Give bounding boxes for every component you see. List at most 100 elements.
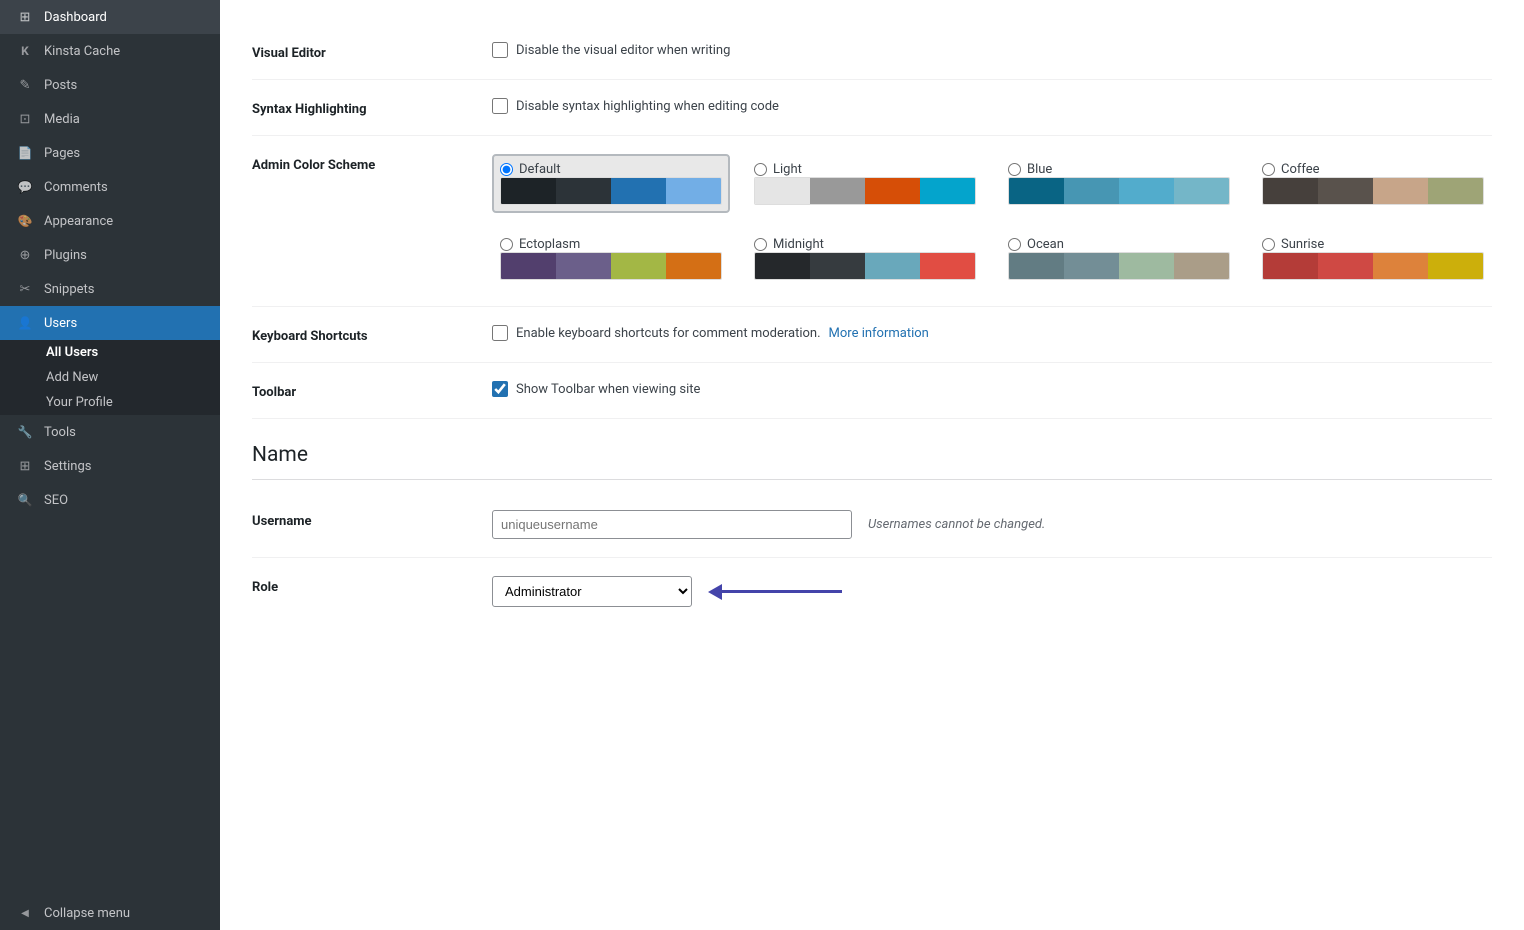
sidebar-item-collapse[interactable]: Collapse menu: [0, 896, 220, 930]
sidebar-item-appearance[interactable]: Appearance: [0, 204, 220, 238]
color-scheme-radio-ectoplasm[interactable]: [500, 238, 513, 251]
swatch-block: [1318, 178, 1373, 204]
sidebar-item-posts[interactable]: Posts: [0, 68, 220, 102]
role-arrow-indicator: [708, 584, 842, 600]
color-scheme-label-sunrise[interactable]: Sunrise: [1262, 237, 1484, 252]
swatch-block: [920, 253, 975, 279]
sidebar-item-label: Dashboard: [44, 10, 107, 25]
color-scheme-option-default[interactable]: Default: [492, 154, 730, 213]
color-scheme-label-ectoplasm[interactable]: Ectoplasm: [500, 237, 722, 252]
sidebar-item-users[interactable]: Users: [0, 306, 220, 340]
visual-editor-label: Visual Editor: [252, 42, 492, 61]
role-row: Role SubscriberContributorAuthorEditorAd…: [252, 558, 1492, 625]
swatch-block: [865, 178, 920, 204]
sidebar-item-plugins[interactable]: Plugins: [0, 238, 220, 272]
keyboard-shortcuts-more-info-link[interactable]: More information: [829, 326, 929, 341]
color-scheme-option-ocean[interactable]: Ocean: [1000, 229, 1238, 288]
sidebar-item-kinsta-cache[interactable]: Kinsta Cache: [0, 34, 220, 68]
color-swatch-sunrise: [1262, 252, 1484, 280]
swatch-block: [920, 178, 975, 204]
visual-editor-row: Visual Editor Disable the visual editor …: [252, 24, 1492, 80]
sidebar-item-label: Collapse menu: [44, 906, 130, 921]
color-scheme-label-blue[interactable]: Blue: [1008, 162, 1230, 177]
appearance-icon: [16, 212, 34, 230]
toolbar-checkbox[interactable]: [492, 381, 508, 397]
toolbar-label: Toolbar: [252, 381, 492, 400]
visual-editor-content: Disable the visual editor when writing: [492, 42, 1492, 58]
color-scheme-label-ocean[interactable]: Ocean: [1008, 237, 1230, 252]
visual-editor-checkbox-label[interactable]: Disable the visual editor when writing: [492, 42, 1492, 58]
sidebar-item-media[interactable]: Media: [0, 102, 220, 136]
sidebar-item-pages[interactable]: Pages: [0, 136, 220, 170]
sidebar-item-comments[interactable]: Comments: [0, 170, 220, 204]
username-input[interactable]: [492, 510, 852, 539]
role-label: Role: [252, 576, 492, 595]
sidebar-item-label: Snippets: [44, 282, 95, 297]
sidebar-item-tools[interactable]: Tools: [0, 415, 220, 449]
color-scheme-label-light[interactable]: Light: [754, 162, 976, 177]
sidebar-item-snippets[interactable]: Snippets: [0, 272, 220, 306]
submenu-all-users[interactable]: All Users: [0, 340, 220, 365]
swatch-block: [865, 253, 920, 279]
users-item-wrapper: Users All Users Add New Your Profile: [0, 306, 220, 415]
color-scheme-radio-midnight[interactable]: [754, 238, 767, 251]
swatch-block: [611, 178, 666, 204]
color-scheme-radio-light[interactable]: [754, 163, 767, 176]
color-scheme-option-sunrise[interactable]: Sunrise: [1254, 229, 1492, 288]
color-scheme-option-blue[interactable]: Blue: [1000, 154, 1238, 213]
color-swatch-coffee: [1262, 177, 1484, 205]
sidebar-item-label: Pages: [44, 146, 80, 161]
swatch-block: [1009, 253, 1064, 279]
toolbar-row: Toolbar Show Toolbar when viewing site: [252, 363, 1492, 419]
comments-icon: [16, 178, 34, 196]
role-arrow-container: SubscriberContributorAuthorEditorAdminis…: [492, 576, 1492, 607]
sidebar-item-seo[interactable]: SEO: [0, 483, 220, 517]
arrow-line: [722, 590, 842, 593]
username-row: Username Usernames cannot be changed.: [252, 492, 1492, 558]
users-icon: [16, 314, 34, 332]
sidebar-item-label: Users: [44, 316, 77, 331]
color-scheme-radio-coffee[interactable]: [1262, 163, 1275, 176]
color-scheme-option-ectoplasm[interactable]: Ectoplasm: [492, 229, 730, 288]
swatch-block: [666, 178, 721, 204]
swatch-block: [666, 253, 721, 279]
color-scheme-row: Admin Color Scheme DefaultLightBlueCoffe…: [252, 136, 1492, 307]
username-content: Usernames cannot be changed.: [492, 510, 1492, 539]
color-scheme-radio-blue[interactable]: [1008, 163, 1021, 176]
keyboard-shortcuts-checkbox-label[interactable]: Enable keyboard shortcuts for comment mo…: [492, 325, 1492, 341]
color-scheme-content: Default Light Blue Coffee Ectoplasm Midnight O…: [492, 154, 1492, 288]
submenu-add-new[interactable]: Add New: [0, 365, 220, 390]
syntax-highlighting-content: Disable syntax highlighting when editing…: [492, 98, 1492, 114]
settings-icon: [16, 457, 34, 475]
sidebar-item-label: Posts: [44, 78, 77, 93]
arrow-head: [708, 584, 722, 600]
color-scheme-option-coffee[interactable]: Coffee: [1254, 154, 1492, 213]
syntax-highlighting-checkbox-label[interactable]: Disable syntax highlighting when editing…: [492, 98, 1492, 114]
syntax-highlighting-checkbox[interactable]: [492, 98, 508, 114]
color-scheme-label-coffee[interactable]: Coffee: [1262, 162, 1484, 177]
color-scheme-option-midnight[interactable]: Midnight: [746, 229, 984, 288]
sidebar-item-label: Kinsta Cache: [44, 44, 120, 59]
keyboard-shortcuts-checkbox[interactable]: [492, 325, 508, 341]
content-area: Visual Editor Disable the visual editor …: [220, 0, 1524, 930]
name-section-header: Name: [252, 419, 1492, 480]
sidebar-item-settings[interactable]: Settings: [0, 449, 220, 483]
color-scheme-radio-ocean[interactable]: [1008, 238, 1021, 251]
color-scheme-option-light[interactable]: Light: [746, 154, 984, 213]
color-swatch-light: [754, 177, 976, 205]
color-scheme-radio-sunrise[interactable]: [1262, 238, 1275, 251]
role-select[interactable]: SubscriberContributorAuthorEditorAdminis…: [492, 576, 692, 607]
submenu-your-profile[interactable]: Your Profile: [0, 390, 220, 415]
toolbar-checkbox-label[interactable]: Show Toolbar when viewing site: [492, 381, 1492, 397]
media-icon: [16, 110, 34, 128]
tools-icon: [16, 423, 34, 441]
color-scheme-radio-default[interactable]: [500, 163, 513, 176]
color-scheme-name-default: Default: [519, 162, 561, 177]
swatch-block: [556, 253, 611, 279]
visual-editor-checkbox[interactable]: [492, 42, 508, 58]
keyboard-shortcuts-label: Keyboard Shortcuts: [252, 325, 492, 344]
sidebar-item-dashboard[interactable]: Dashboard: [0, 0, 220, 34]
color-scheme-label-midnight[interactable]: Midnight: [754, 237, 976, 252]
color-scheme-label-default[interactable]: Default: [500, 162, 722, 177]
color-schemes-grid: Default Light Blue Coffee Ectoplasm Midnight O…: [492, 154, 1492, 288]
